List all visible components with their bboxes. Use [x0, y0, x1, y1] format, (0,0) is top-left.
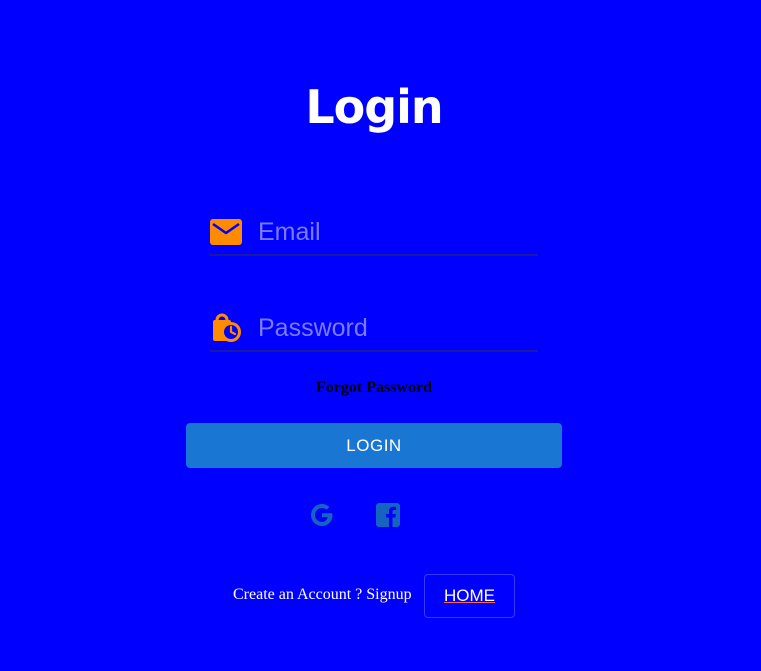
- lock-clock-icon: [210, 311, 244, 345]
- email-input[interactable]: [258, 217, 528, 247]
- home-button[interactable]: HOME: [424, 574, 515, 618]
- forgot-password-link[interactable]: Forgot Password: [0, 379, 748, 397]
- password-input[interactable]: [258, 313, 528, 343]
- signup-text[interactable]: Create an Account ? Signup: [233, 586, 412, 604]
- mail-icon: [210, 215, 244, 249]
- login-button[interactable]: LOGIN: [186, 423, 562, 468]
- page-title: Login: [305, 80, 443, 134]
- email-field-container: [210, 210, 538, 256]
- google-icon[interactable]: [307, 500, 337, 530]
- password-field-container: [210, 306, 538, 352]
- facebook-icon[interactable]: [373, 500, 403, 530]
